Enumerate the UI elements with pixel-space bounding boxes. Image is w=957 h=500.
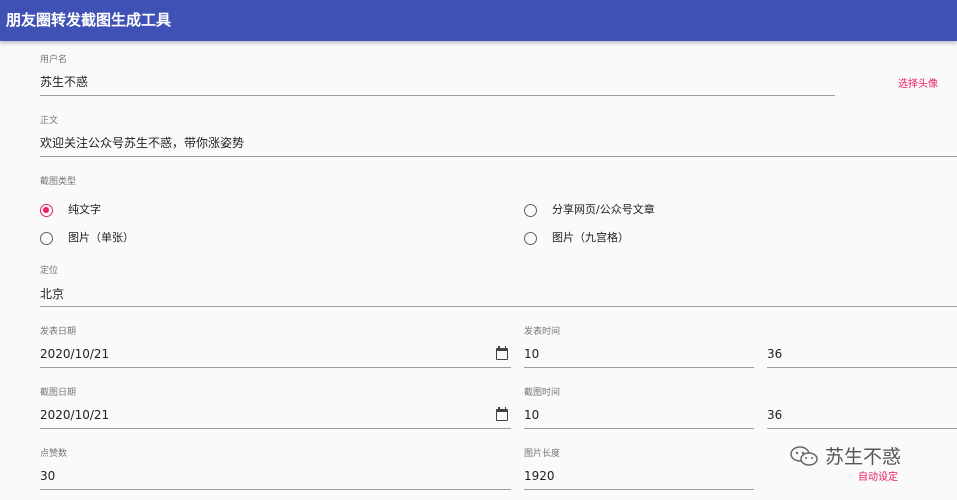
radio-nine-grid[interactable]	[524, 232, 537, 245]
choose-avatar-link[interactable]: 选择头像	[898, 75, 938, 90]
radio-text-only-label: 纯文字	[68, 203, 101, 216]
radio-single-image-label: 图片（单张）	[68, 231, 134, 244]
location-label: 定位	[40, 266, 59, 276]
capture-minute-input[interactable]: 36	[767, 407, 782, 423]
watermark-text: 苏生不惑	[825, 446, 902, 468]
radio-text-only[interactable]	[40, 204, 53, 217]
capture-hour-input[interactable]: 10	[524, 407, 539, 423]
username-underline	[40, 95, 835, 96]
publish-minute-input[interactable]: 36	[767, 346, 782, 362]
app-title: 朋友圈转发截图生成工具	[6, 11, 172, 29]
radio-nine-grid-label: 图片（九宫格）	[552, 231, 629, 244]
wechat-icon	[790, 445, 818, 466]
body-label: 正文	[40, 116, 59, 126]
username-input[interactable]: 苏生不惑	[40, 74, 88, 90]
location-input[interactable]: 北京	[40, 286, 64, 302]
image-length-label: 图片长度	[524, 449, 561, 459]
capture-date-label: 截图日期	[40, 388, 77, 398]
radio-share-article[interactable]	[524, 204, 537, 217]
publish-hour-underline	[524, 367, 754, 368]
publish-minute-underline	[767, 367, 957, 368]
location-underline	[40, 306, 957, 307]
calendar-icon[interactable]	[496, 407, 508, 421]
capture-hour-underline	[524, 428, 754, 429]
capture-date-input[interactable]: 2020/10/21	[40, 407, 109, 423]
likes-underline	[40, 489, 511, 490]
publish-hour-input[interactable]: 10	[524, 346, 539, 362]
radio-share-article-label: 分享网页/公众号文章	[552, 203, 655, 216]
calendar-icon[interactable]	[496, 346, 508, 360]
auto-set-link[interactable]: 自动设定	[858, 468, 898, 483]
type-label: 截图类型	[40, 177, 77, 187]
publish-date-input[interactable]: 2020/10/21	[40, 346, 109, 362]
radio-single-image[interactable]	[40, 232, 53, 245]
body-underline	[40, 156, 957, 157]
likes-input[interactable]: 30	[40, 468, 55, 484]
likes-label: 点赞数	[40, 449, 68, 459]
app-bar: 朋友圈转发截图生成工具	[0, 0, 957, 41]
publish-date-label: 发表日期	[40, 327, 77, 337]
image-length-input[interactable]: 1920	[524, 468, 555, 484]
body-input[interactable]: 欢迎关注公众号苏生不惑，带你涨姿势	[40, 135, 244, 151]
capture-minute-underline	[767, 428, 957, 429]
publish-date-underline	[40, 367, 511, 368]
watermark: 苏生不惑	[789, 442, 901, 469]
capture-time-label: 截图时间	[524, 388, 561, 398]
image-length-underline	[524, 489, 754, 490]
capture-date-underline	[40, 428, 511, 429]
publish-time-label: 发表时间	[524, 327, 561, 337]
username-label: 用户名	[40, 55, 68, 65]
